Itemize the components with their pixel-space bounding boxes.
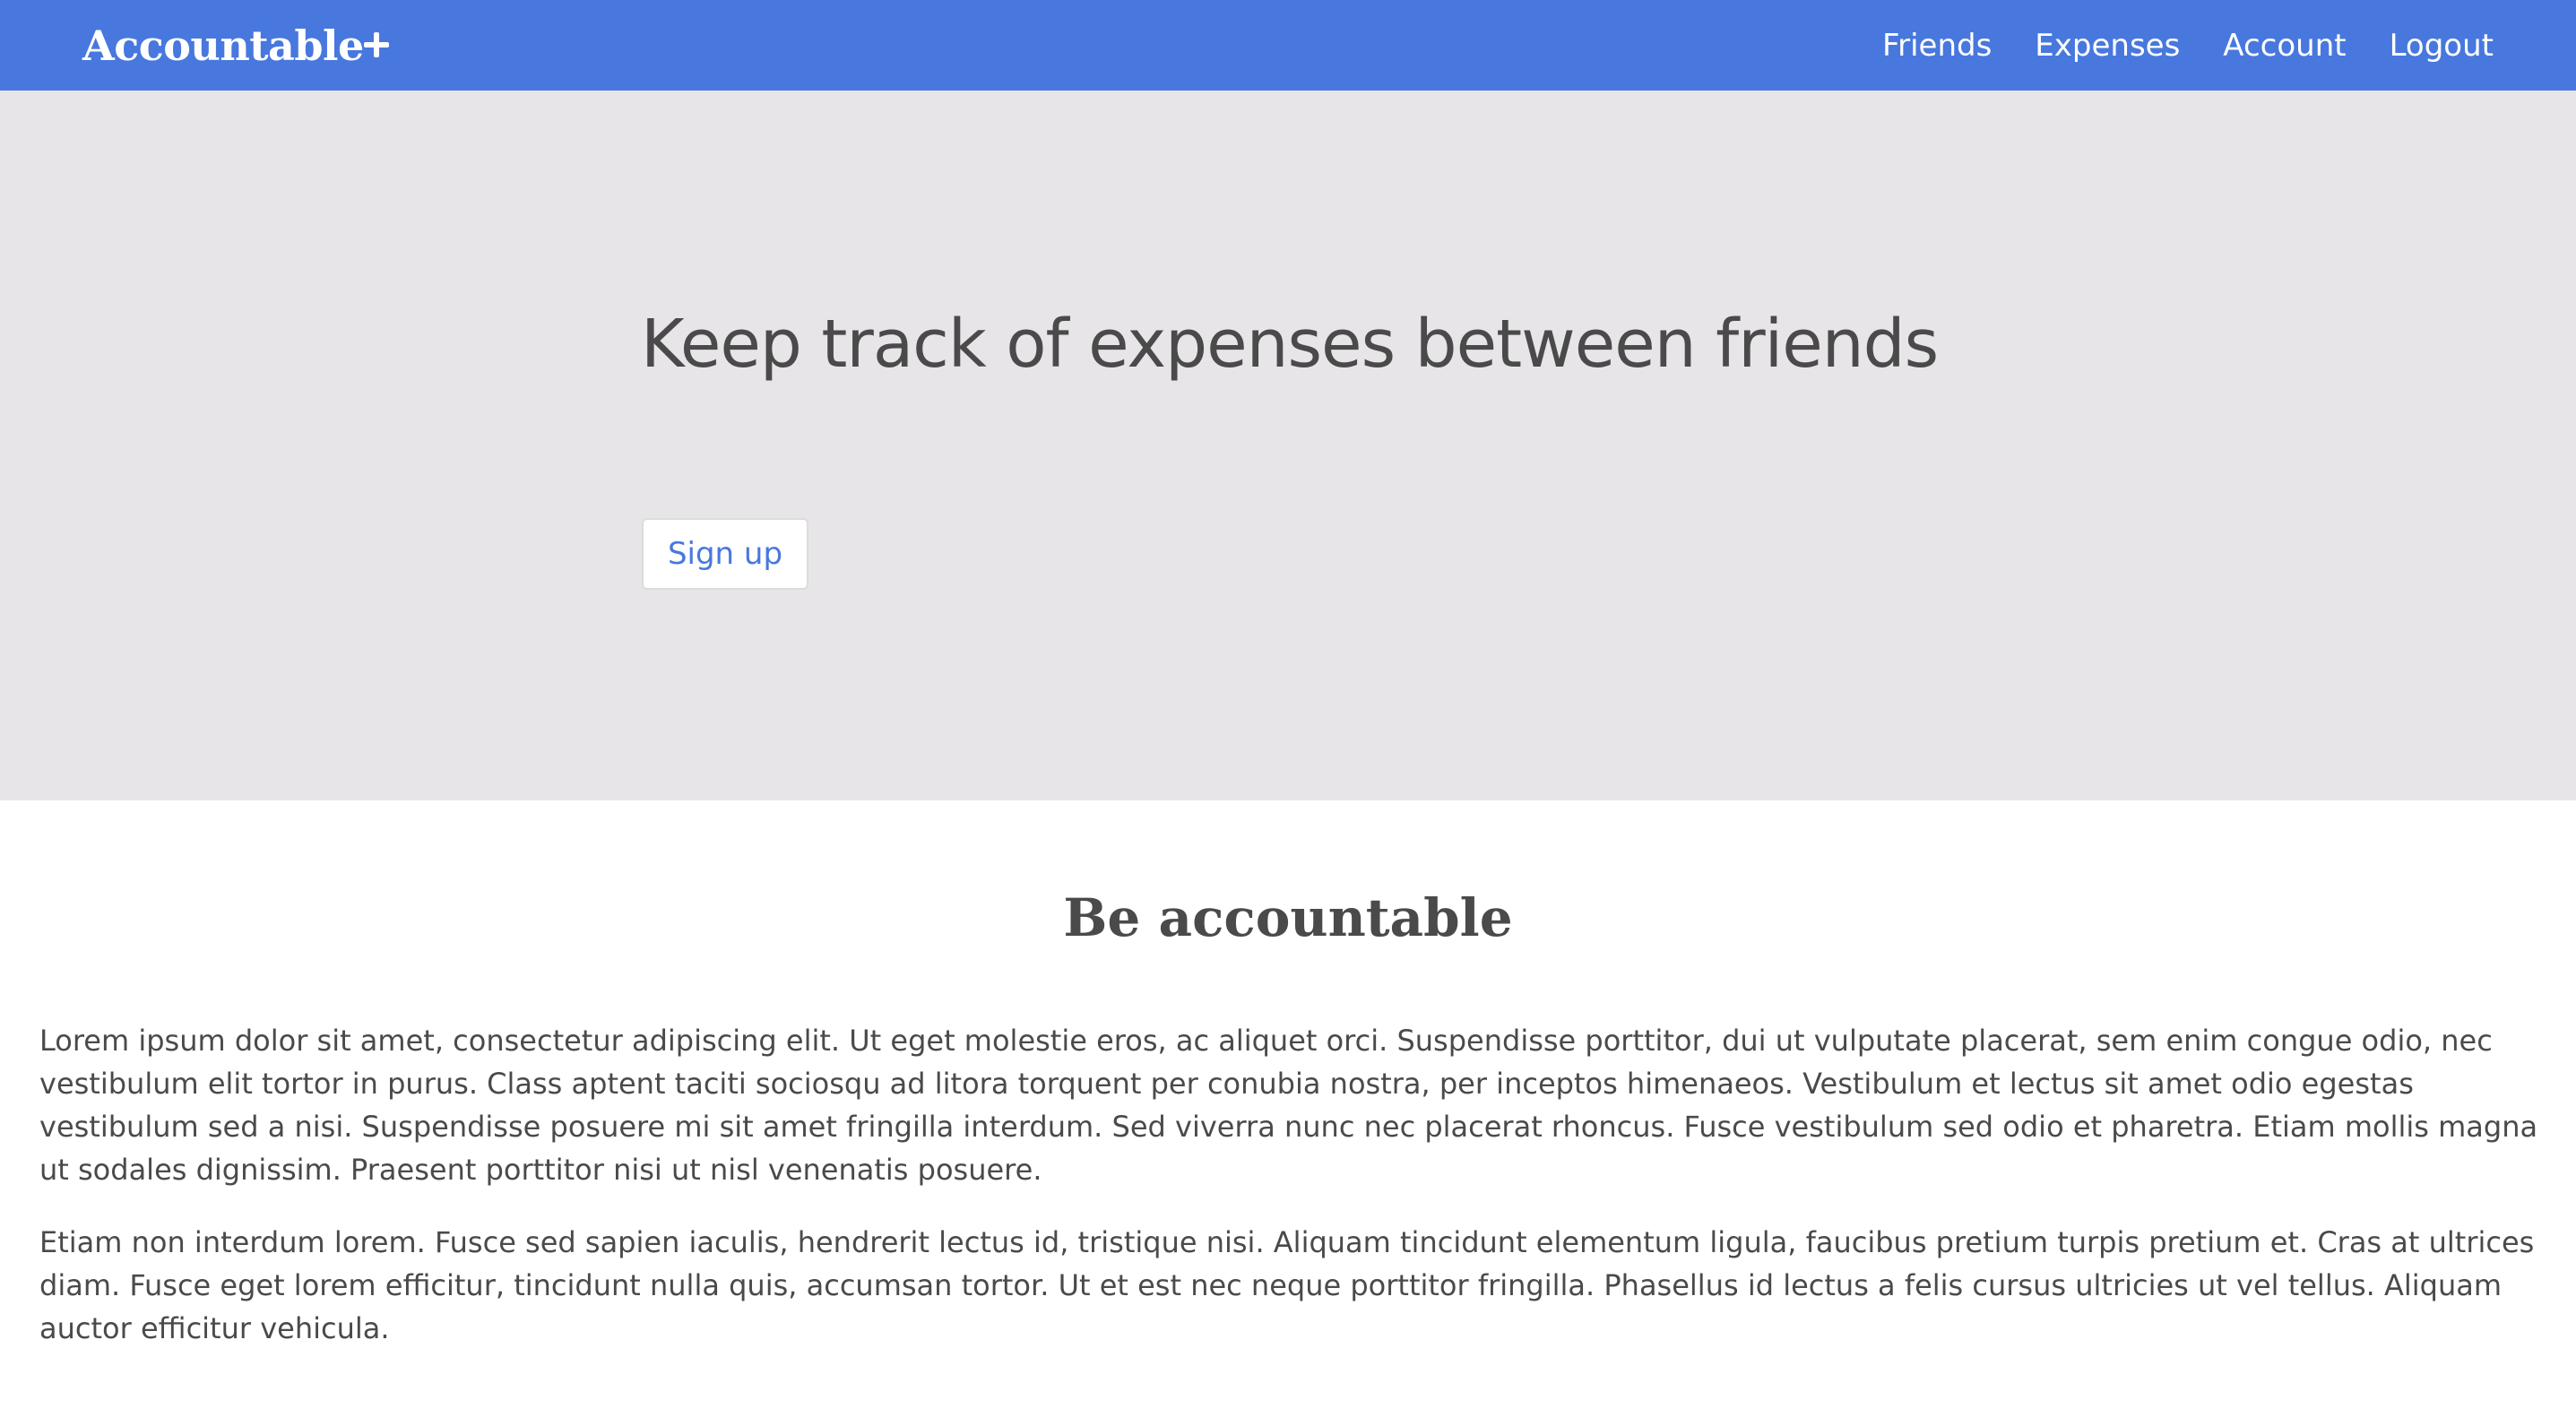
nav-link-friends[interactable]: Friends: [1882, 28, 1992, 64]
plus-icon[interactable]: [359, 27, 394, 63]
hero-section: Keep track of expenses between friends S…: [0, 91, 2576, 800]
hero-title: Keep track of expenses between friends: [641, 306, 1939, 383]
nav-links: Friends Expenses Account Logout: [1882, 0, 2494, 91]
top-navbar: Accountable Friends Expenses Account Log…: [0, 0, 2576, 91]
signup-button[interactable]: Sign up: [642, 518, 808, 590]
nav-link-logout[interactable]: Logout: [2390, 28, 2494, 64]
brand-logo[interactable]: Accountable: [82, 0, 364, 91]
section-title: Be accountable: [1063, 887, 1513, 948]
nav-link-expenses[interactable]: Expenses: [2035, 28, 2180, 64]
nav-link-account[interactable]: Account: [2223, 28, 2346, 64]
body-paragraph: Etiam non interdum lorem. Fusce sed sapi…: [39, 1225, 2535, 1345]
body-paragraph: Lorem ipsum dolor sit amet, consectetur …: [39, 1024, 2538, 1187]
